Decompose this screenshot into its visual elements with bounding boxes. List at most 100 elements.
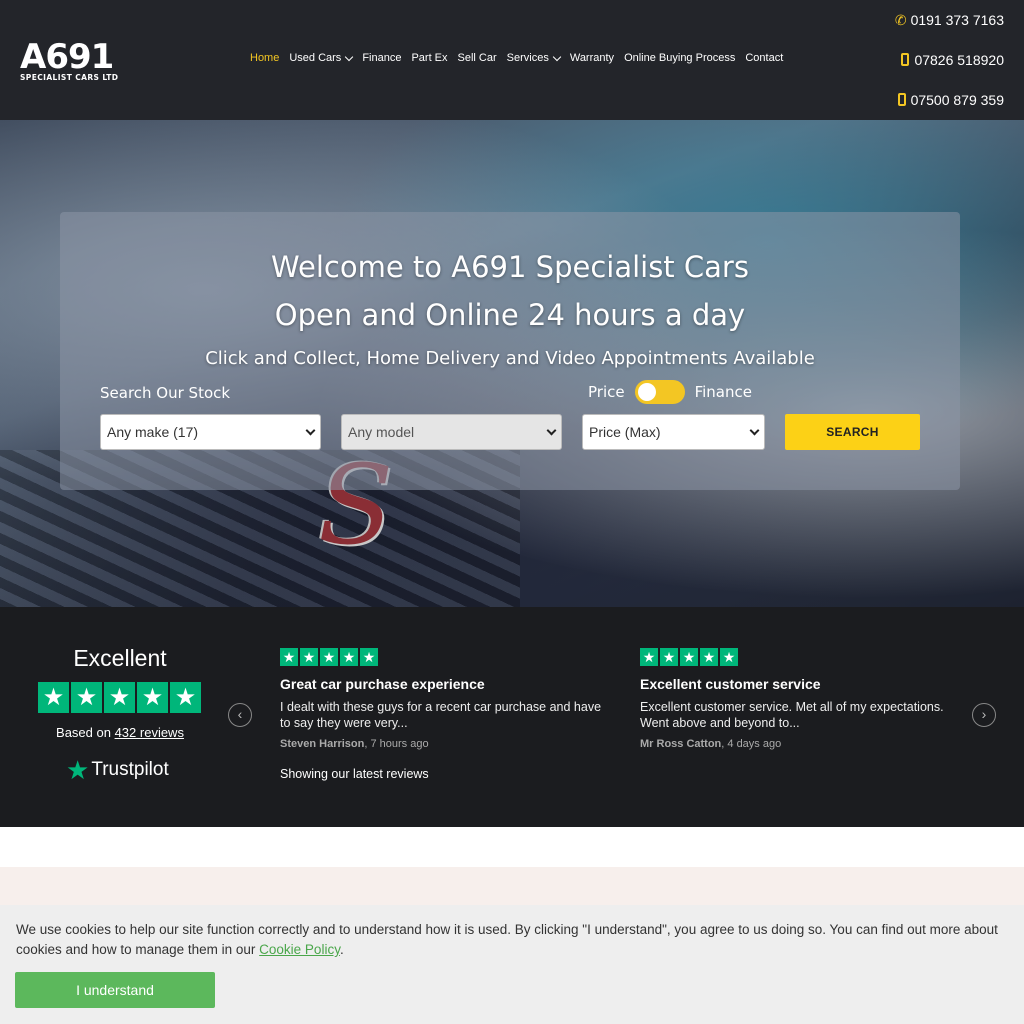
phone-list: ✆ 0191 373 7163 07826 518920 07500 879 3… (895, 10, 1004, 130)
chevron-down-icon (749, 425, 760, 435)
chevron-down-icon (552, 52, 562, 61)
cookie-banner-top-strip (0, 867, 1024, 905)
nav-contact-label: Contact (745, 52, 784, 64)
hero-subtitle-line: Open and Online 24 hours a day (274, 298, 746, 332)
site-header: A691 SPECIALIST CARS LTD Home Used Cars … (0, 0, 1024, 120)
hero-tagline: Click and Collect, Home Delivery and Vid… (205, 348, 815, 369)
review-meta: Mr Ross Catton, 4 days ago (640, 738, 970, 750)
nav-finance-label: Finance (362, 52, 402, 64)
phone-number: 07500 879 359 (910, 92, 1004, 108)
nav-online-buying-label: Online Buying Process (624, 52, 736, 64)
star-icon: ★ (170, 682, 201, 713)
star-icon: ★ (320, 648, 338, 666)
review-meta: Steven Harrison, 7 hours ago (280, 738, 610, 750)
star-icon: ★ (340, 648, 358, 666)
toggle-knob (637, 383, 656, 401)
search-button[interactable]: SEARCH (785, 414, 920, 450)
nav-warranty[interactable]: Warranty (570, 52, 614, 64)
phone-number: 0191 373 7163 (910, 12, 1004, 28)
logo-sub-text: SPECIALIST CARS LTD (20, 73, 119, 82)
nav-sell-car-label: Sell Car (457, 52, 497, 64)
phone-mobile-1[interactable]: 07826 518920 (895, 50, 1004, 90)
trustpilot-wordmark: Trustpilot (91, 759, 169, 780)
based-on-prefix: Based on (56, 725, 115, 740)
star-icon: ★ (640, 648, 658, 666)
price-select[interactable]: Price (Max) (582, 414, 765, 450)
star-icon: ★ (680, 648, 698, 666)
model-select-value: Any model (348, 424, 415, 440)
rating-stars: ★ ★ ★ ★ ★ (38, 682, 201, 713)
cookie-message-text: We use cookies to help our site function… (16, 922, 998, 957)
phone-number: 07826 518920 (914, 52, 1004, 68)
nav-finance[interactable]: Finance (362, 52, 401, 64)
carousel-prev-button[interactable]: ‹ (228, 703, 252, 727)
review-body: Excellent customer service. Met all of m… (640, 700, 944, 730)
star-icon: ★ (360, 648, 378, 666)
nav-sell-car[interactable]: Sell Car (458, 52, 497, 64)
star-icon: ★ (38, 682, 69, 713)
based-on-text: Based on 432 reviews (38, 725, 202, 740)
cookie-policy-link[interactable]: Cookie Policy (259, 942, 340, 957)
reviews-count-link[interactable]: 432 reviews (115, 725, 184, 740)
price-select-value: Price (Max) (589, 424, 661, 440)
toggle-finance-label: Finance (694, 383, 752, 401)
chevron-down-icon (305, 425, 316, 435)
nav-services[interactable]: Services (506, 52, 562, 64)
carousel-next-button[interactable]: › (972, 703, 996, 727)
star-icon: ★ (720, 648, 738, 666)
review-title: Excellent customer service (640, 676, 821, 692)
trustpilot-star-icon: ★ (66, 755, 90, 785)
trustpilot-logo[interactable]: ★ Trustpilot (66, 757, 169, 783)
star-icon: ★ (700, 648, 718, 666)
showing-latest-text: Showing our latest reviews (280, 767, 429, 781)
nav-warranty-label: Warranty (569, 52, 615, 64)
review-time: , 4 days ago (721, 738, 782, 750)
phone-icon: ✆ (894, 12, 907, 28)
hero-banner: S Welcome to A691 Specialist Cars Open a… (0, 120, 1024, 607)
search-stock-label: Search Our Stock (100, 384, 231, 402)
model-select[interactable]: Any model (341, 414, 562, 450)
review-author: Steven Harrison (280, 738, 365, 750)
nav-online-buying[interactable]: Online Buying Process (624, 52, 735, 64)
review-time: , 7 hours ago (364, 738, 429, 750)
make-select-value: Any make (17) (107, 424, 199, 440)
search-panel: Welcome to A691 Specialist Cars Open and… (60, 212, 960, 490)
star-icon: ★ (71, 682, 102, 713)
site-logo[interactable]: A691 SPECIALIST CARS LTD (20, 37, 130, 82)
nav-part-ex-label: Part Ex (411, 52, 448, 64)
chevron-down-icon (546, 425, 557, 435)
cookie-banner: We use cookies to help our site function… (0, 867, 1024, 1024)
nav-used-cars-label: Used Cars (289, 52, 342, 64)
cookie-accept-button[interactable]: I understand (15, 972, 215, 1008)
star-icon: ★ (300, 648, 318, 666)
chevron-down-icon (345, 52, 354, 61)
nav-home-label: Home (250, 52, 280, 64)
price-finance-toggle-group: Price Finance (588, 380, 752, 404)
nav-services-label: Services (506, 52, 549, 64)
nav-part-ex[interactable]: Part Ex (411, 52, 447, 64)
review-card[interactable]: ★ ★ ★ ★ ★ Great car purchase experience … (280, 648, 610, 750)
rating-word: Excellent (73, 645, 167, 671)
nav-contact[interactable]: Contact (745, 52, 783, 64)
cookie-message-end: . (339, 942, 344, 957)
review-author: Mr Ross Catton (640, 738, 722, 750)
nav-used-cars[interactable]: Used Cars (289, 52, 354, 64)
review-stars: ★ ★ ★ ★ ★ (280, 648, 610, 666)
cookie-message: We use cookies to help our site function… (16, 920, 1016, 960)
hero-title: Welcome to A691 Specialist Cars (271, 250, 749, 284)
star-icon: ★ (660, 648, 678, 666)
mobile-phone-icon (901, 53, 910, 66)
reviews-section: Excellent ★ ★ ★ ★ ★ Based on 432 reviews… (0, 607, 1024, 827)
review-title: Great car purchase experience (280, 676, 485, 692)
review-body: I dealt with these guys for a recent car… (280, 700, 602, 730)
toggle-price-label: Price (588, 383, 625, 401)
logo-main-text: A691 (20, 37, 114, 77)
make-select[interactable]: Any make (17) (100, 414, 321, 450)
star-icon: ★ (280, 648, 298, 666)
phone-landline[interactable]: ✆ 0191 373 7163 (895, 10, 1004, 50)
main-nav: Home Used Cars Finance Part Ex Sell Car … (250, 52, 783, 64)
review-card[interactable]: ★ ★ ★ ★ ★ Excellent customer service Exc… (640, 648, 970, 750)
price-finance-toggle[interactable] (634, 380, 685, 404)
review-stars: ★ ★ ★ ★ ★ (640, 648, 970, 666)
nav-home[interactable]: Home (250, 52, 279, 64)
